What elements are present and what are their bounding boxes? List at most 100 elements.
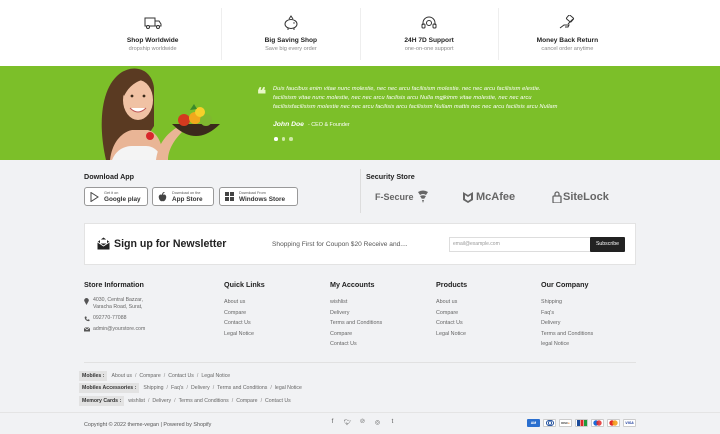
copyright-text: Copyright © 2022 theme-vegan | Powered b… bbox=[84, 422, 212, 428]
security-store-title: Security Store bbox=[366, 172, 415, 181]
button-big-label: App Store bbox=[172, 195, 203, 203]
tag-link[interactable]: Compare bbox=[139, 373, 160, 379]
store-information-column: Store Information 4030, Central Bazzar, V… bbox=[84, 280, 145, 337]
footer-link[interactable]: Compare bbox=[330, 329, 382, 340]
f-secure-logo: F-Secure bbox=[375, 188, 430, 206]
tag-link[interactable]: wishlist bbox=[128, 398, 145, 404]
author-role: - CEO & Founder bbox=[307, 122, 350, 128]
visa-icon: VISA bbox=[623, 419, 636, 427]
google-play-icon bbox=[89, 191, 99, 202]
button-small-label: Download on the bbox=[172, 190, 201, 195]
windows-icon bbox=[224, 192, 234, 202]
tag-label: Mobiles : bbox=[79, 371, 108, 381]
piggy-bank-icon bbox=[282, 14, 300, 32]
tag-row-mobiles-accessories: Mobiles Accessories : Shipping / Faq's / D… bbox=[79, 383, 302, 393]
tag-link[interactable]: Delivery bbox=[191, 385, 210, 391]
footer-link[interactable]: Shipping bbox=[541, 297, 593, 308]
footer-link[interactable]: Legal Notice bbox=[436, 329, 467, 340]
footer-link[interactable]: Contact Us bbox=[224, 318, 265, 329]
truck-icon bbox=[144, 14, 162, 32]
app-store-button[interactable]: Download on the App Store bbox=[152, 187, 214, 206]
google-play-button[interactable]: Get it on Google play bbox=[84, 187, 148, 206]
separator: / bbox=[163, 373, 166, 379]
feature-subtitle: Save big every order bbox=[265, 46, 317, 52]
feature-shop-worldwide: Shop Worldwide dropship worldwide bbox=[84, 8, 223, 60]
twitter-icon[interactable]: 🐦︎ bbox=[344, 419, 352, 426]
footer-link[interactable]: Legal Notice bbox=[224, 329, 265, 340]
facebook-icon[interactable]: f bbox=[329, 419, 336, 426]
diners-icon bbox=[543, 419, 556, 427]
apple-icon bbox=[157, 191, 167, 202]
tag-row-memory-cards: Memory Cards : wishlist / Delivery / Terms… bbox=[79, 396, 291, 406]
windows-store-button[interactable]: Download From Windows Store bbox=[219, 187, 298, 206]
carousel-dot[interactable] bbox=[289, 137, 293, 141]
separator: / bbox=[166, 385, 168, 391]
footer-link[interactable]: About us bbox=[436, 297, 467, 308]
quote-line: facilisism vitae nunc molestie, nec nec … bbox=[273, 95, 532, 102]
footer-link[interactable]: Compare bbox=[224, 308, 265, 319]
headset-icon bbox=[420, 14, 438, 32]
separator: / bbox=[134, 373, 137, 379]
quote-line: Duis faucibus enim vitae nunc molestie, … bbox=[273, 86, 541, 92]
tag-link[interactable]: Terms and Conditions bbox=[179, 398, 229, 404]
pinterest-icon[interactable]: ℗ bbox=[359, 419, 366, 426]
tag-row-mobiles: Mobiles : About us / Compare / Contact Us /… bbox=[79, 371, 230, 381]
footer-link[interactable]: Delivery bbox=[330, 308, 382, 319]
tag-link[interactable]: Compare bbox=[236, 398, 257, 404]
tag-link[interactable]: About us bbox=[111, 373, 131, 379]
feature-subtitle: one-on-one support bbox=[404, 46, 454, 52]
newsletter-text: Shopping First for Coupon $20 Receive an… bbox=[272, 241, 408, 248]
address-line: 4030, Central Bazzar, bbox=[93, 297, 143, 303]
feature-big-saving: Big Saving Shop Save big every order bbox=[222, 8, 361, 60]
footer-link[interactable]: Terms and Conditions bbox=[541, 329, 593, 340]
feature-subtitle: dropship worldwide bbox=[128, 46, 177, 52]
tag-link[interactable]: Terms and Conditions bbox=[217, 385, 267, 391]
footer-link[interactable]: Contact Us bbox=[436, 318, 467, 329]
amex-icon: AM bbox=[527, 419, 540, 427]
footer-link[interactable]: Faq's bbox=[541, 308, 593, 319]
author-name: John Doe bbox=[273, 121, 304, 128]
phone-number[interactable]: 092770-77088 bbox=[93, 315, 126, 322]
tag-link[interactable]: Faq's bbox=[171, 385, 184, 391]
button-big-label: Windows Store bbox=[239, 195, 286, 203]
carousel-dot[interactable] bbox=[281, 137, 285, 141]
feature-subtitle: cancel order anytime bbox=[541, 46, 594, 52]
column-title: Quick Links bbox=[224, 280, 265, 289]
woman-with-fruit-bowl-image bbox=[101, 68, 220, 160]
tag-link[interactable]: Contact Us bbox=[265, 398, 291, 404]
tag-link[interactable]: Contact Us bbox=[168, 373, 194, 379]
newsletter-email-input[interactable]: email@example.com bbox=[449, 237, 591, 252]
footer-link[interactable]: About us bbox=[224, 297, 265, 308]
tag-link[interactable]: Legal Notice bbox=[201, 373, 230, 379]
footer-link[interactable]: Delivery bbox=[541, 318, 593, 329]
tag-link[interactable]: legal Notice bbox=[275, 385, 302, 391]
separator: / bbox=[147, 398, 150, 404]
social-links: f 🐦︎ ℗ ◎ t bbox=[329, 419, 396, 426]
subscribe-button[interactable]: Subscribe bbox=[590, 237, 625, 252]
money-hand-icon bbox=[558, 14, 576, 32]
tumblr-icon[interactable]: t bbox=[389, 419, 396, 426]
footer-link[interactable]: wishlist bbox=[330, 297, 382, 308]
my-accounts-column: My Accounts wishlist Delivery Terms and … bbox=[330, 280, 382, 350]
separator: / bbox=[186, 385, 188, 391]
tag-link[interactable]: Shipping bbox=[143, 385, 163, 391]
footer-link[interactable]: Contact Us bbox=[330, 339, 382, 350]
maestro-icon bbox=[591, 419, 604, 427]
f-secure-text: F-Secure bbox=[375, 192, 414, 202]
footer-link[interactable]: legal Notice bbox=[541, 339, 593, 350]
mcafee-text: McAfee bbox=[476, 191, 516, 203]
feature-title: 24H 7D Support bbox=[404, 37, 454, 44]
separator: / bbox=[231, 398, 234, 404]
email-address[interactable]: admin@yourstore.com bbox=[93, 326, 145, 333]
store-phone: 092770-77088 bbox=[84, 315, 145, 322]
map-pin-icon bbox=[84, 297, 93, 305]
mcafee-logo: McAfee bbox=[462, 188, 515, 206]
address-line: Varacha Road, Surat, bbox=[93, 304, 143, 310]
store-email: admin@yourstore.com bbox=[84, 326, 145, 333]
footer-link[interactable]: Terms and Conditions bbox=[330, 318, 382, 329]
tag-link[interactable]: Delivery bbox=[152, 398, 171, 404]
carousel-dot[interactable] bbox=[274, 137, 278, 141]
instagram-icon[interactable]: ◎ bbox=[374, 419, 381, 426]
footer-link[interactable]: Compare bbox=[436, 308, 467, 319]
button-big-label: Google play bbox=[104, 195, 141, 203]
